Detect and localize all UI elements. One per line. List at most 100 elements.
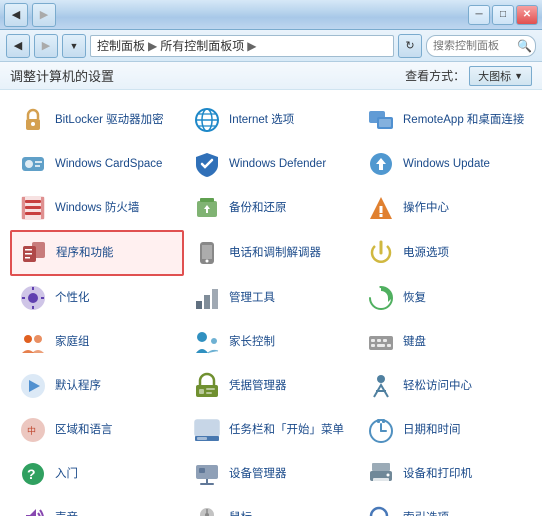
backup-icon (191, 192, 223, 224)
indexing-icon (365, 502, 397, 516)
item-devprinter[interactable]: 设备和打印机 (358, 452, 532, 496)
item-easeyaccess[interactable]: 轻松访问中心 (358, 364, 532, 408)
item-bitlocker[interactable]: BitLocker 驱动器加密 (10, 98, 184, 142)
toolbar: 调整计算机的设置 查看方式： 大图标 ▼ (0, 62, 542, 90)
parental-label: 家长控制 (229, 335, 275, 350)
devprinter-icon (365, 458, 397, 490)
maximize-button[interactable]: □ (492, 5, 514, 25)
item-devmanager[interactable]: 设备管理器 (184, 452, 358, 496)
breadcrumb[interactable]: 控制面板 ▶ 所有控制面板项 ▶ (90, 35, 394, 57)
personalize-icon (17, 282, 49, 314)
view-mode-button[interactable]: 大图标 ▼ (469, 66, 532, 86)
item-recovery[interactable]: 恢复 (358, 276, 532, 320)
easeyaccess-label: 轻松访问中心 (403, 379, 472, 394)
breadcrumb-item-controlpanel[interactable]: 控制面板 (97, 37, 145, 54)
winupdate-icon (365, 148, 397, 180)
item-firewall[interactable]: Windows 防火墙 (10, 186, 184, 230)
cardspace-label: Windows CardSpace (55, 157, 162, 172)
breadcrumb-separator: ▶ (148, 39, 157, 53)
search-input[interactable] (433, 40, 513, 52)
telephone-label: 电话和调制解调器 (229, 246, 321, 261)
bitlocker-icon (17, 104, 49, 136)
svg-text:?: ? (27, 466, 36, 482)
item-defender[interactable]: Windows Defender (184, 142, 358, 186)
close-button[interactable]: ✕ (516, 5, 538, 25)
mouse-icon (191, 502, 223, 516)
item-internet[interactable]: Internet 选项 (184, 98, 358, 142)
titlebar: ◀ ▶ ─ □ ✕ (0, 0, 542, 30)
keyboard-icon (365, 326, 397, 358)
item-management[interactable]: 管理工具 (184, 276, 358, 320)
svg-text:中: 中 (27, 425, 36, 436)
firewall-label: Windows 防火墙 (55, 201, 139, 216)
datetime-icon (365, 414, 397, 446)
devmanager-icon (191, 458, 223, 490)
easeyaccess-icon (365, 370, 397, 402)
sound-icon (17, 502, 49, 516)
breadcrumb-separator-2: ▶ (247, 39, 256, 53)
item-power[interactable]: 电源选项 (358, 230, 532, 276)
power-label: 电源选项 (403, 246, 449, 261)
power-icon (365, 237, 397, 269)
item-cardspace[interactable]: Windows CardSpace (10, 142, 184, 186)
item-backup[interactable]: 备份和还原 (184, 186, 358, 230)
taskbar-label: 任务栏和「开始」菜单 (229, 423, 344, 438)
sound-label: 声音 (55, 511, 78, 516)
item-sound[interactable]: 声音 (10, 496, 184, 516)
content-area: BitLocker 驱动器加密Internet 选项 RemoteApp 和桌面连… (0, 90, 542, 516)
recovery-icon (365, 282, 397, 314)
item-winupdate[interactable]: Windows Update (358, 142, 532, 186)
management-label: 管理工具 (229, 291, 275, 306)
remoteapp-label: RemoteApp 和桌面连接 (403, 113, 524, 128)
titlebar-left: ◀ ▶ (4, 3, 56, 27)
forward-button[interactable]: ▶ (32, 3, 56, 27)
item-telephone[interactable]: 电话和调制解调器 (184, 230, 358, 276)
defaultprog-icon (17, 370, 49, 402)
item-parental[interactable]: 家长控制 (184, 320, 358, 364)
backup-label: 备份和还原 (229, 201, 287, 216)
programs-icon (18, 237, 50, 269)
item-defaultprog[interactable]: 默认程序 (10, 364, 184, 408)
item-taskbar[interactable]: 任务栏和「开始」菜单 (184, 408, 358, 452)
indexing-label: 索引选项 (403, 511, 449, 516)
defender-icon (191, 148, 223, 180)
forward-nav-button[interactable]: ▶ (34, 34, 58, 58)
view-mode-text: 大图标 (478, 68, 511, 84)
minimize-button[interactable]: ─ (468, 5, 490, 25)
address-bar: ◀ ▶ ▼ 控制面板 ▶ 所有控制面板项 ▶ ↻ 🔍 (0, 30, 542, 62)
item-personalize[interactable]: 个性化 (10, 276, 184, 320)
item-programs[interactable]: 程序和功能 (10, 230, 184, 276)
item-homegroup[interactable]: 家庭组 (10, 320, 184, 364)
dropdown-icon: ▼ (514, 71, 523, 81)
credentials-icon (191, 370, 223, 402)
titlebar-controls: ─ □ ✕ (468, 5, 538, 25)
refresh-button[interactable]: ↻ (398, 34, 422, 58)
homegroup-label: 家庭组 (55, 335, 90, 350)
back-nav-button[interactable]: ◀ (6, 34, 30, 58)
search-box[interactable]: 🔍 (426, 35, 536, 57)
item-keyboard[interactable]: 键盘 (358, 320, 532, 364)
telephone-icon (191, 237, 223, 269)
homegroup-icon (17, 326, 49, 358)
back-button[interactable]: ◀ (4, 3, 28, 27)
getstarted-label: 入门 (55, 467, 78, 482)
search-icon[interactable]: 🔍 (517, 39, 532, 53)
cardspace-icon (17, 148, 49, 180)
winupdate-label: Windows Update (403, 157, 490, 172)
breadcrumb-item-all[interactable]: 所有控制面板项 (160, 37, 244, 54)
recent-nav-button[interactable]: ▼ (62, 34, 86, 58)
item-getstarted[interactable]: ? 入门 (10, 452, 184, 496)
item-remoteapp[interactable]: RemoteApp 和桌面连接 (358, 98, 532, 142)
item-credentials[interactable]: 凭据管理器 (184, 364, 358, 408)
keyboard-label: 键盘 (403, 335, 426, 350)
management-icon (191, 282, 223, 314)
personalize-label: 个性化 (55, 291, 90, 306)
item-region[interactable]: 中区域和语言 (10, 408, 184, 452)
item-mouse[interactable]: 鼠标 (184, 496, 358, 516)
item-datetime[interactable]: 日期和时间 (358, 408, 532, 452)
firewall-icon (17, 192, 49, 224)
item-actioncenter[interactable]: 操作中心 (358, 186, 532, 230)
credentials-label: 凭据管理器 (229, 379, 287, 394)
datetime-label: 日期和时间 (403, 423, 461, 438)
item-indexing[interactable]: 索引选项 (358, 496, 532, 516)
